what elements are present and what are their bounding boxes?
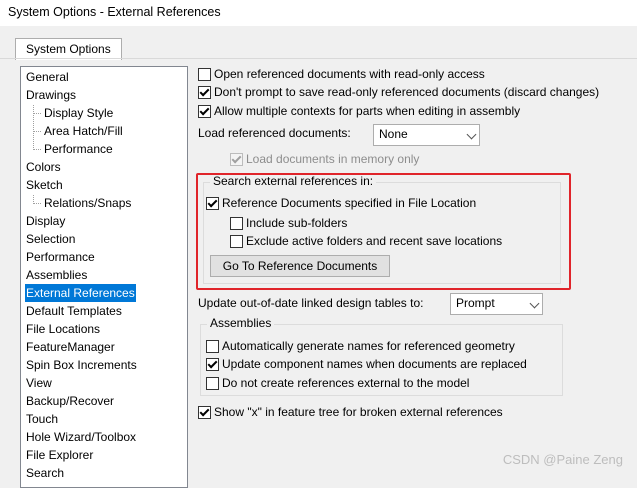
tree-item[interactable]: Backup/Recover [25, 392, 115, 410]
update-design-tables-value: Prompt [456, 296, 495, 310]
tree-item[interactable]: File Locations [25, 320, 101, 338]
auto-generate-names-checkbox[interactable] [206, 340, 219, 353]
no-external-references-label: Do not create references external to the… [222, 376, 470, 390]
tree-connector [33, 113, 41, 114]
tree-item[interactable]: Performance [43, 140, 114, 158]
tree-item[interactable]: Hole Wizard/Toolbox [25, 428, 137, 446]
allow-multiple-contexts-label: Allow multiple contexts for parts when e… [214, 104, 521, 118]
tree-connector [33, 131, 41, 132]
tree-item[interactable]: File Explorer [25, 446, 94, 464]
tree-item[interactable]: Drawings [25, 86, 77, 104]
tree-connector [33, 203, 41, 204]
no-external-references-checkbox[interactable] [206, 377, 219, 390]
show-x-broken-references-label: Show "x" in feature tree for broken exte… [214, 405, 503, 419]
tree-item[interactable]: Touch [25, 410, 59, 428]
tab-strip: System Options [0, 26, 637, 60]
title-bar: System Options - External References [0, 0, 637, 26]
tree-connector [33, 149, 41, 150]
assemblies-group-title: Assemblies [207, 316, 275, 330]
tree-connector [33, 105, 34, 150]
tab-panel-border [0, 58, 637, 59]
tree-item[interactable]: General [25, 68, 70, 86]
tree-item[interactable]: External References [25, 284, 136, 302]
update-component-names-checkbox[interactable] [206, 358, 219, 371]
options-tree[interactable]: General Drawings Display Style Area Hatch/F… [20, 66, 188, 488]
tree-item[interactable]: Search [25, 464, 65, 482]
chevron-down-icon [466, 129, 477, 140]
chevron-down-icon [529, 298, 540, 309]
tree-item[interactable]: Display [25, 212, 66, 230]
auto-generate-names-label: Automatically generate names for referen… [222, 339, 515, 353]
update-component-names-label: Update component names when documents ar… [222, 357, 527, 371]
update-design-tables-dropdown[interactable]: Prompt [450, 293, 543, 315]
tree-item[interactable]: Spin Box Increments [25, 356, 138, 374]
dont-prompt-label: Don't prompt to save read-only reference… [214, 85, 600, 99]
tree-item[interactable]: Relations/Snaps [43, 194, 132, 212]
load-in-memory-label: Load documents in memory only [246, 152, 420, 166]
load-referenced-value: None [379, 127, 408, 141]
tree-item[interactable]: Display Style [43, 104, 114, 122]
update-design-tables-label: Update out-of-date linked design tables … [198, 296, 424, 310]
watermark: CSDN @Paine Zeng [502, 452, 623, 467]
tree-item[interactable]: Selection [25, 230, 76, 248]
tree-item[interactable]: Performance [25, 248, 96, 266]
load-referenced-label: Load referenced documents: [198, 126, 351, 140]
tree-item[interactable]: Sketch [25, 176, 64, 194]
tree-item[interactable]: Assemblies [25, 266, 88, 284]
open-readonly-checkbox[interactable] [198, 68, 211, 81]
load-in-memory-checkbox[interactable] [230, 153, 243, 166]
dont-prompt-checkbox[interactable] [198, 86, 211, 99]
window-title: System Options - External References [8, 5, 221, 19]
tree-item[interactable]: View [25, 374, 53, 392]
show-x-broken-references-checkbox[interactable] [198, 406, 211, 419]
tree-item[interactable]: Default Templates [25, 302, 123, 320]
load-referenced-dropdown[interactable]: None [373, 124, 480, 146]
highlight-box [196, 173, 571, 290]
tree-item[interactable]: Area Hatch/Fill [43, 122, 124, 140]
open-readonly-label: Open referenced documents with read-only… [214, 67, 485, 81]
tab-system-options[interactable]: System Options [15, 38, 122, 60]
tree-item[interactable]: Colors [25, 158, 62, 176]
tree-item[interactable]: FeatureManager [25, 338, 116, 356]
allow-multiple-contexts-checkbox[interactable] [198, 105, 211, 118]
